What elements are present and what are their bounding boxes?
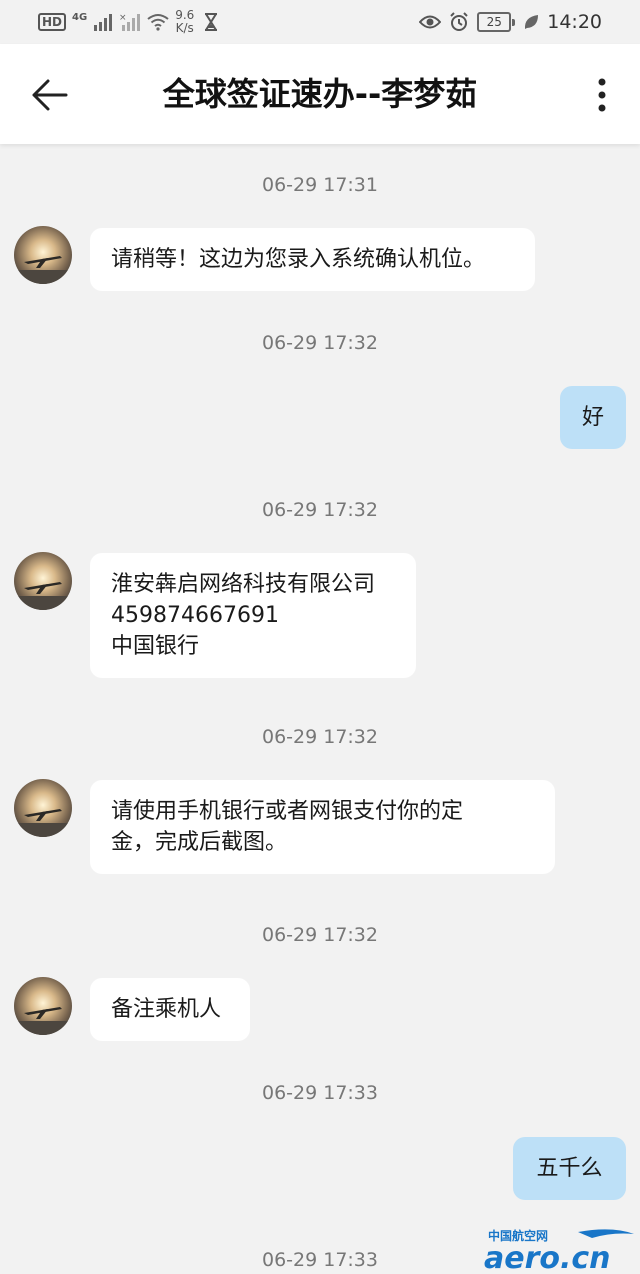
message-list[interactable]: 06-29 17:31 请稍等！这边为您录入系统确认机位。 06-29 17:3… (0, 144, 640, 1274)
chat-header: 全球签证速办--李梦茹 (0, 44, 640, 144)
message-bubble-incoming[interactable]: 淮安犇启网络科技有限公司 459874667691 中国银行 (90, 553, 416, 678)
hd-icon: HD (38, 13, 67, 31)
message-bubble-outgoing[interactable]: 好 (560, 386, 626, 449)
message-bubble-outgoing[interactable]: 五千么 (513, 1137, 626, 1200)
chat-title: 全球签证速办--李梦茹 (162, 75, 478, 113)
message-timestamp: 06-29 17:31 (261, 174, 378, 196)
message-timestamp: 06-29 17:32 (261, 332, 378, 354)
network-speed-unit: K/s (175, 21, 194, 35)
status-time: 14:20 (547, 11, 602, 33)
message-timestamp: 06-29 17:33 (261, 1082, 378, 1104)
battery-level: 25 (477, 12, 512, 32)
status-left: HD 4G × 9.6 K/s (38, 8, 218, 36)
message-bubble-incoming[interactable]: 备注乘机人 (90, 978, 250, 1041)
signal-no-service-icon: × (119, 13, 141, 31)
alarm-icon (450, 12, 468, 31)
aero-cn-watermark-logo: 中国航空网 aero.cn (484, 1228, 634, 1272)
status-right: 25 14:20 (419, 8, 602, 36)
leaf-icon (525, 15, 539, 29)
network-speed: 9.6 K/s (175, 9, 194, 35)
network-type-icon: 4G (72, 11, 88, 23)
battery-icon: 25 (477, 12, 516, 32)
hourglass-icon (205, 13, 218, 31)
wifi-icon (147, 14, 169, 31)
status-bar: HD 4G × 9.6 K/s 25 14:20 (0, 0, 640, 44)
watermark-main-text: aero.cn (484, 1241, 611, 1272)
contact-avatar[interactable] (14, 779, 72, 837)
eye-icon (419, 15, 442, 29)
contact-avatar[interactable] (14, 552, 72, 610)
message-timestamp: 06-29 17:32 (261, 726, 378, 748)
back-arrow-icon[interactable] (26, 72, 72, 118)
message-bubble-incoming[interactable]: 请使用手机银行或者网银支付你的定 金，完成后截图。 (90, 780, 555, 874)
more-options-icon[interactable] (586, 72, 618, 118)
contact-avatar[interactable] (14, 226, 72, 284)
message-timestamp: 06-29 17:32 (261, 499, 378, 521)
svg-text:×: × (119, 13, 127, 23)
message-timestamp: 06-29 17:32 (261, 924, 378, 946)
contact-avatar[interactable] (14, 977, 72, 1035)
signal-icon (94, 14, 113, 31)
message-bubble-incoming[interactable]: 请稍等！这边为您录入系统确认机位。 (90, 228, 535, 291)
